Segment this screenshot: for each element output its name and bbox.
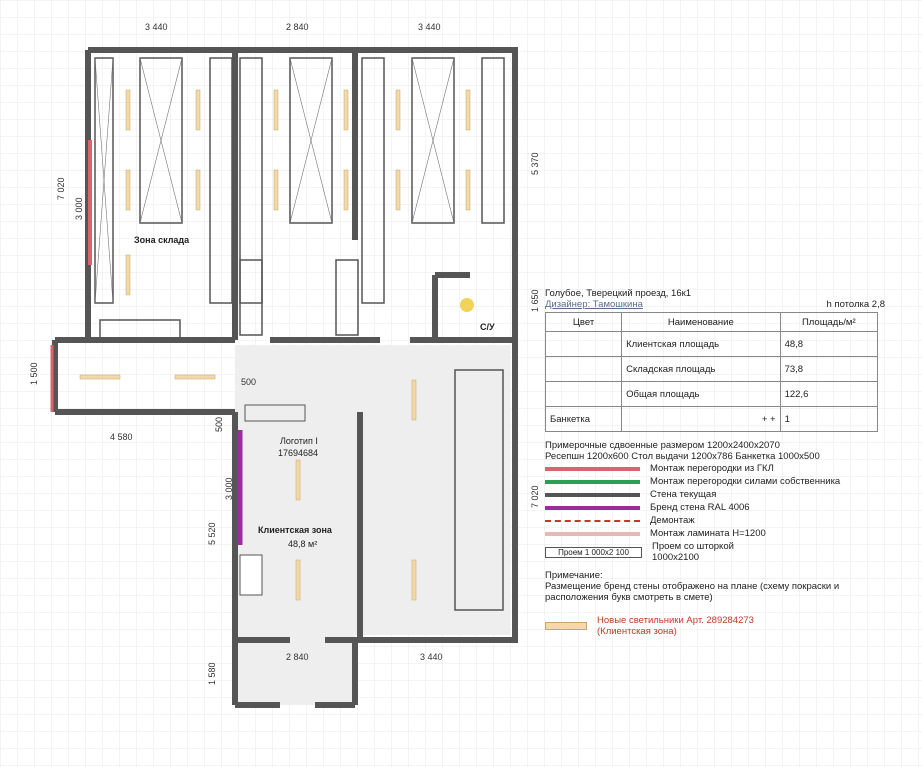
legend-label: Монтаж ламината H=1200 bbox=[650, 528, 766, 539]
dim-left-a: 3 000 bbox=[74, 197, 84, 220]
legend-opening: Проем 1 000x2 100 Проем со шторкой 1000x2… bbox=[545, 540, 885, 564]
legend-swatch bbox=[545, 466, 640, 471]
lights-line-1: Новые светильники Арт. 289284273 bbox=[597, 615, 754, 626]
legend-item: Монтаж ламината H=1200 bbox=[545, 527, 885, 540]
legend-swatch bbox=[545, 531, 640, 536]
legend-items: Монтаж перегородки из ГКЛ Монтаж перегоро… bbox=[545, 462, 885, 540]
legend-subheader: Дизайнер: Тамошкина h потолка 2,8 bbox=[545, 299, 885, 310]
legend-swatch bbox=[545, 519, 640, 522]
dim-left-c: 4 580 bbox=[110, 432, 133, 442]
table-row: Банкетка + +1 bbox=[544, 406, 879, 432]
sizes-line-2: Ресепшн 1200x600 Стол выдачи 1200x786 Ба… bbox=[545, 451, 820, 462]
designer: Дизайнер: Тамошкина bbox=[545, 299, 643, 310]
bench-symbol: + + bbox=[621, 406, 781, 432]
dim-top-1: 3 440 bbox=[145, 22, 168, 32]
row-name: Складская площадь bbox=[621, 356, 781, 382]
dim-left-f: 3 000 bbox=[224, 477, 234, 500]
logo-code: 17694684 bbox=[278, 448, 318, 458]
dim-right-a: 5 370 bbox=[530, 152, 540, 175]
legend-item: Стена текущая bbox=[545, 488, 885, 501]
wc-light bbox=[460, 298, 474, 312]
dim-left-g: 5 520 bbox=[207, 522, 217, 545]
table-row: Общая площадь 122,6 bbox=[544, 381, 879, 407]
opening-box: Проем 1 000x2 100 bbox=[545, 546, 642, 558]
legend-item: Демонтаж bbox=[545, 514, 885, 527]
legend-label: Стена текущая bbox=[650, 489, 717, 500]
dim-top-3: 3 440 bbox=[418, 22, 441, 32]
row-name: Клиентская площадь bbox=[621, 331, 781, 357]
dim-bottom-2: 3 440 bbox=[420, 652, 443, 662]
dim-left-d: 500 bbox=[241, 377, 256, 387]
vestibule-floor bbox=[235, 635, 355, 705]
legend-swatch bbox=[545, 479, 640, 484]
legend-label: Монтаж перегородки из ГКЛ bbox=[650, 463, 774, 474]
row-name: Банкетка bbox=[544, 406, 623, 432]
dim-bottom-1: 2 840 bbox=[286, 652, 309, 662]
opening-label: Проем со шторкой bbox=[652, 541, 734, 552]
dim-left-e: 500 bbox=[214, 417, 224, 432]
table-row: Складская площадь 73,8 bbox=[544, 356, 879, 382]
legend-item: Бренд стена RAL 4006 bbox=[545, 501, 885, 514]
lights-line-2: (Клиентская зона) bbox=[597, 626, 677, 637]
legend-swatch bbox=[545, 505, 640, 510]
legend-lights: Новые светильники Арт. 289284273 (Клиентс… bbox=[545, 613, 885, 639]
client-zone-floor bbox=[235, 345, 510, 635]
legend-label: Демонтаж bbox=[650, 515, 695, 526]
col-color: Цвет bbox=[544, 312, 623, 332]
note-title: Примечание: bbox=[545, 570, 603, 581]
legend-item: Монтаж перегородки силами собственника bbox=[545, 475, 885, 488]
col-name: Наименование bbox=[621, 312, 781, 332]
legend-swatch bbox=[545, 492, 640, 497]
dim-left-total: 7 020 bbox=[56, 177, 66, 200]
bench bbox=[239, 554, 263, 596]
dim-left-b: 1 500 bbox=[29, 362, 39, 385]
address: Голубое, Тверецкий проезд, 16к1 bbox=[545, 288, 692, 299]
sizes-line-1: Примерочные сдвоенные размером 1200x2400… bbox=[545, 440, 780, 451]
note-text: Размещение бренд стены отображено на пла… bbox=[545, 581, 840, 603]
table-row: Клиентская площадь 48,8 bbox=[544, 331, 879, 357]
row-name: Общая площадь bbox=[621, 381, 781, 407]
legend-header: Голубое, Тверецкий проезд, 16к1 bbox=[545, 288, 885, 299]
row-value: 122,6 bbox=[779, 381, 879, 407]
client-zone-label: Клиентская зона bbox=[258, 525, 333, 535]
legend-item: Монтаж перегородки из ГКЛ bbox=[545, 462, 885, 475]
area-table: Цвет Наименование Площадь/м² Клиентская … bbox=[544, 312, 879, 432]
legend-label: Бренд стена RAL 4006 bbox=[650, 502, 750, 513]
row-value: 73,8 bbox=[779, 356, 879, 382]
ceiling-height: h потолка 2,8 bbox=[826, 299, 886, 310]
opening-size: 1000x2100 bbox=[652, 552, 700, 563]
dim-right-b: 1 650 bbox=[530, 289, 540, 312]
dim-right-c: 7 020 bbox=[530, 485, 540, 508]
dim-top-2: 2 840 bbox=[286, 22, 309, 32]
col-area: Площадь/м² bbox=[779, 312, 879, 332]
client-zone-area: 48,8 м² bbox=[288, 539, 317, 549]
wc-label: С/У bbox=[480, 322, 495, 332]
legend-panel: Голубое, Тверецкий проезд, 16к1 Дизайнер… bbox=[544, 288, 885, 639]
logo-label: Логотип I bbox=[280, 436, 318, 446]
lights-swatch bbox=[545, 622, 587, 630]
row-value: 48,8 bbox=[779, 331, 879, 357]
row-value: 1 bbox=[779, 406, 879, 432]
storage-zone-label: Зона склада bbox=[134, 235, 190, 245]
legend-label: Монтаж перегородки силами собственника bbox=[650, 476, 841, 487]
dim-left-h: 1 580 bbox=[207, 662, 217, 685]
